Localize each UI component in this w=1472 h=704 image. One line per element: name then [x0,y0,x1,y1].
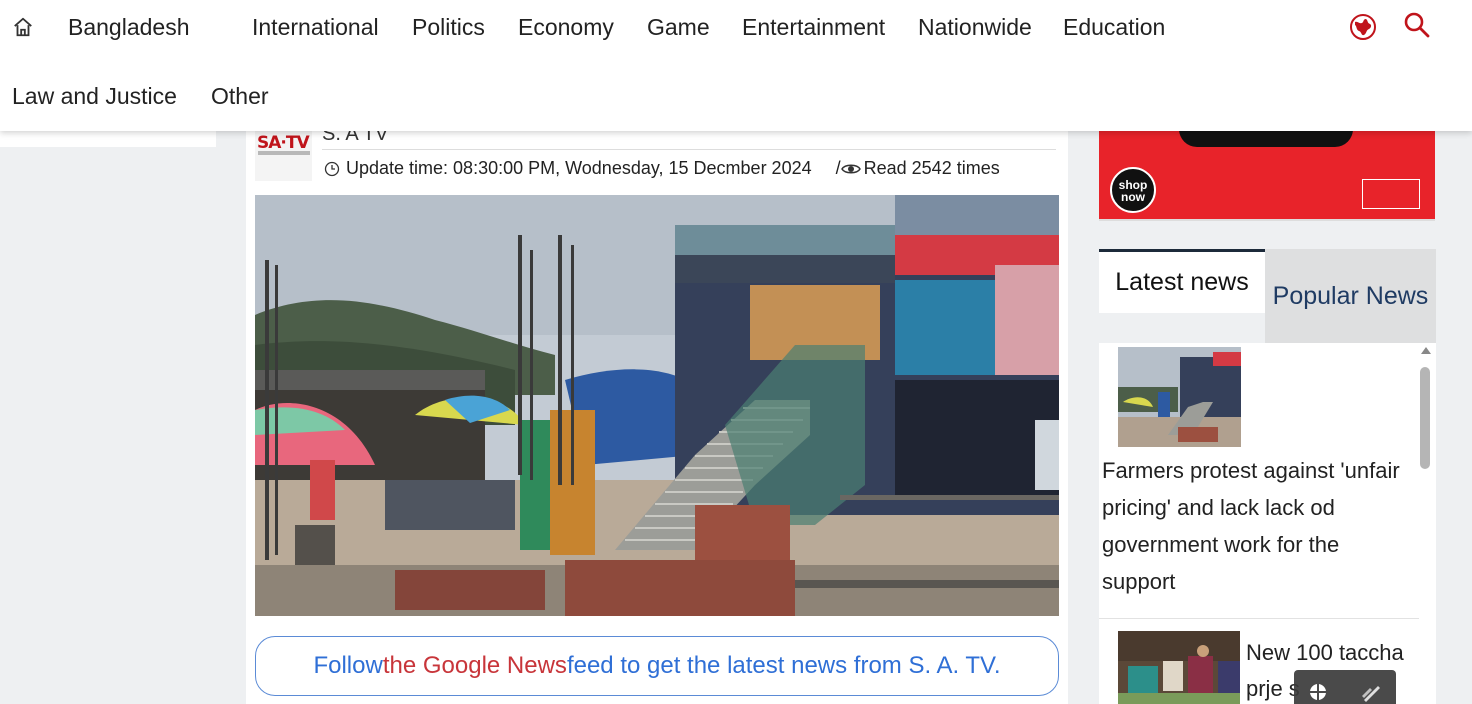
nav-item-entertainment[interactable]: Entertainment [742,14,885,41]
ad-logo [1362,179,1420,209]
nav-item-economy[interactable]: Economy [518,14,614,41]
nav-item-international[interactable]: International [252,14,379,41]
news-tabs: Latest news Popular News [1099,249,1436,343]
author-logo-tagline [258,151,310,155]
ad-button[interactable] [1179,131,1353,147]
nav-item-nationwide[interactable]: Nationwide [918,14,1032,41]
crosshair-icon[interactable] [1308,682,1328,702]
divider [322,149,1056,150]
article-photo [255,195,1059,616]
news-title[interactable]: Farmers protest against 'unfair pricing'… [1102,452,1412,600]
news-list-scrollbar[interactable] [1418,347,1434,704]
brush-icon[interactable] [1360,682,1382,702]
author-logo[interactable]: SA·TV [255,131,312,181]
latest-news-list: Farmers protest against 'unfair pricing'… [1099,343,1436,704]
scroll-thumb[interactable] [1420,367,1430,469]
list-item[interactable]: Farmers protest against 'unfair pricing'… [1099,343,1419,619]
news-thumbnail [1118,347,1241,447]
globe-icon[interactable] [1349,13,1377,41]
author-logo-text: SA·TV [257,133,310,153]
clock-icon [324,161,340,176]
nav-item-game[interactable]: Game [647,14,710,41]
scroll-up-arrow-icon[interactable] [1421,347,1431,354]
news-thumbnail [1118,631,1240,704]
follow-text-part1: Follow [313,652,383,679]
top-navigation: Bangladesh International Politics Econom… [0,0,1472,131]
left-column-panel [0,131,216,147]
shop-now-badge[interactable]: shop now [1110,167,1156,213]
nav-item-law-and-justice[interactable]: Law and Justice [12,83,177,110]
nav-row-secondary: Law and Justice Other [0,70,1472,126]
tab-popular-news[interactable]: Popular News [1265,249,1436,343]
tab-latest-news[interactable]: Latest news [1099,249,1265,313]
search-icon[interactable] [1403,11,1431,39]
nav-item-bangladesh[interactable]: Bangladesh [68,14,190,41]
article-content: SA·TV S. A TV Update time: 08:30:00 PM, … [246,123,1068,704]
advertisement-banner[interactable]: shop now [1099,131,1435,221]
article-meta: Update time: 08:30:00 PM, Wodnesday, 15 … [324,158,1000,179]
nav-row-primary: Bangladesh International Politics Econom… [0,0,1472,56]
follow-text-google-news[interactable]: the Google News [383,652,567,680]
nav-item-politics[interactable]: Politics [412,14,485,41]
read-count: Read 2542 times [863,158,1000,178]
update-time: Update time: 08:30:00 PM, Wodnesday, 15 … [346,158,812,178]
follow-text-part3: feed to get the latest news from S. A. T… [566,652,1001,679]
nav-item-education[interactable]: Education [1063,14,1165,41]
eye-icon [840,164,861,173]
google-news-follow-banner[interactable]: Follow the Google News feed to get the l… [255,636,1059,696]
floating-widget[interactable] [1294,670,1396,704]
home-icon[interactable] [12,16,34,38]
nav-item-other[interactable]: Other [211,83,269,110]
